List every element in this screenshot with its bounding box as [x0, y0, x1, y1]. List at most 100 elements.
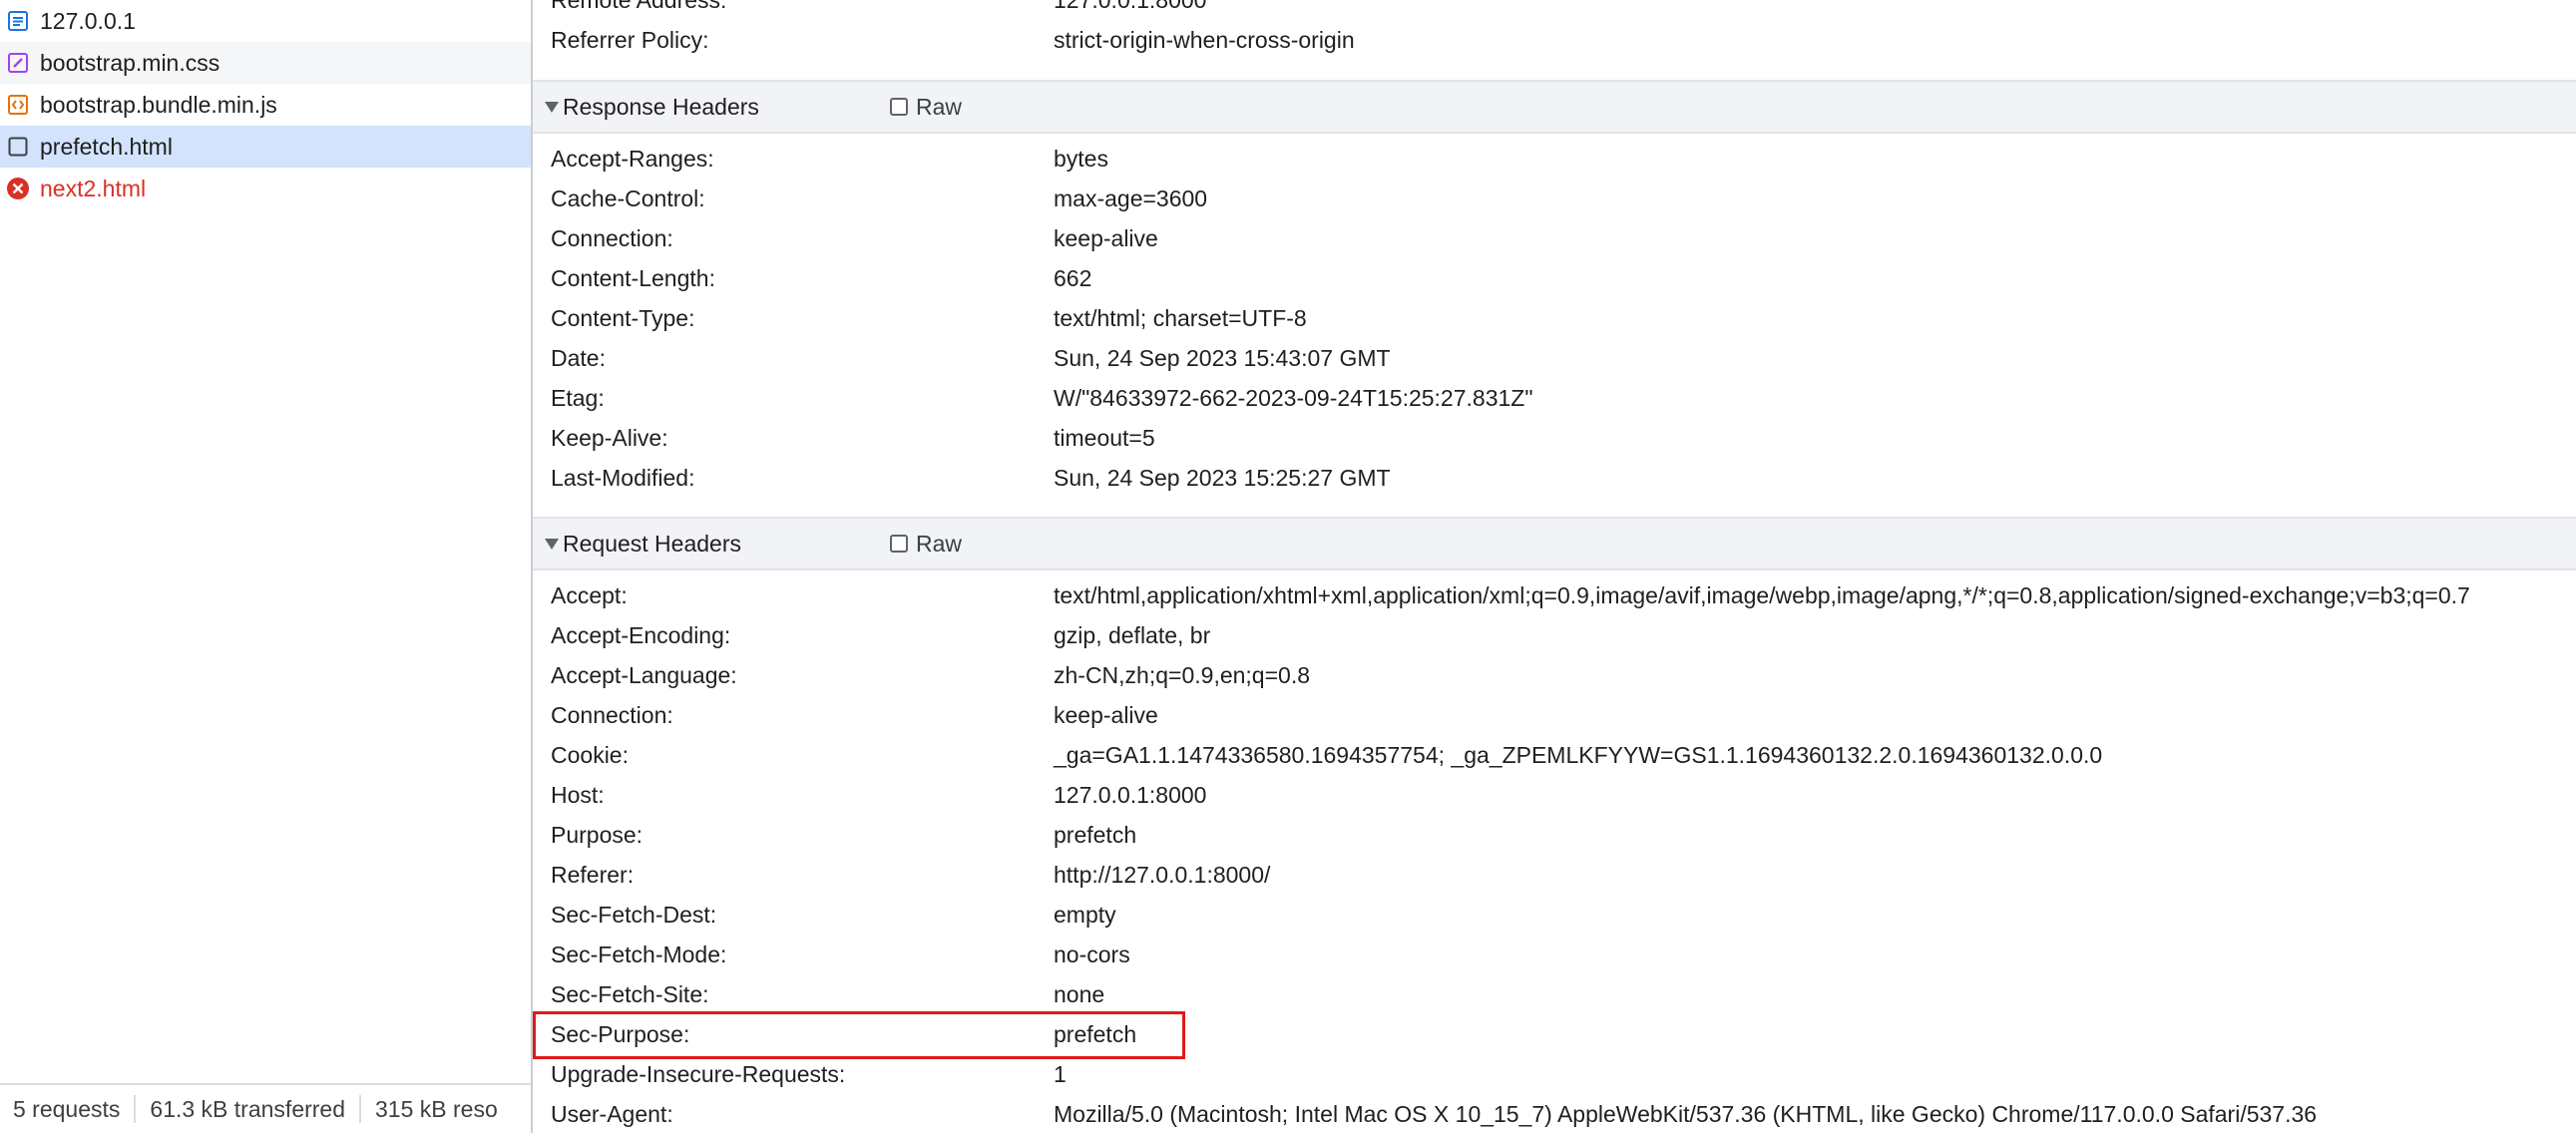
- request-header-row: Connection: keep-alive: [533, 695, 2576, 735]
- response-header-row: Cache-Control: max-age=3600: [533, 179, 2576, 218]
- header-key: Sec-Fetch-Mode:: [551, 941, 727, 967]
- request-list: 127.0.0.1 bootstrap.min.css bootstrap.bu…: [0, 0, 531, 209]
- response-header-row: Last-Modified: Sun, 24 Sep 2023 15:25:27…: [533, 458, 2576, 498]
- header-value: text/html,application/xhtml+xml,applicat…: [1054, 581, 2470, 608]
- section-title: Response Headers: [563, 93, 759, 120]
- response-header-row: Keep-Alive: timeout=5: [533, 418, 2576, 458]
- network-status-bar: 5 requests 61.3 kB transferred 315 kB re…: [0, 1083, 531, 1133]
- response-header-row: Connection: keep-alive: [533, 218, 2576, 258]
- header-key: Etag:: [551, 384, 605, 411]
- request-header-row: Accept: text/html,application/xhtml+xml,…: [533, 575, 2576, 615]
- devtools-network-panel: 127.0.0.1 bootstrap.min.css bootstrap.bu…: [0, 0, 2576, 1133]
- general-row-referrer-policy: Referrer Policy: strict-origin-when-cros…: [533, 20, 2576, 60]
- request-name: next2.html: [40, 175, 147, 201]
- header-key: Content-Type:: [551, 304, 695, 331]
- header-value: 127.0.0.1:8000: [1054, 781, 1207, 808]
- general-row-remote-address: Remote Address: 127.0.0.1:8000: [533, 0, 2576, 20]
- request-header-row: Sec-Fetch-Mode: no-cors: [533, 935, 2576, 974]
- error-icon: [6, 177, 30, 200]
- header-value: zh-CN,zh;q=0.9,en;q=0.8: [1054, 661, 1310, 688]
- header-key: Date:: [551, 344, 606, 371]
- transferred-size: 61.3 kB transferred: [136, 1095, 362, 1123]
- header-key: Accept-Language:: [551, 661, 737, 688]
- raw-checkbox[interactable]: [890, 98, 908, 116]
- request-row-bootstrap-css[interactable]: bootstrap.min.css: [0, 42, 531, 84]
- header-value: keep-alive: [1054, 224, 1158, 251]
- page-icon: [6, 135, 30, 159]
- header-value: none: [1054, 980, 1105, 1007]
- request-row-bootstrap-js[interactable]: bootstrap.bundle.min.js: [0, 84, 531, 126]
- header-value: Sun, 24 Sep 2023 15:43:07 GMT: [1054, 344, 1391, 371]
- request-header-row: Cookie: _ga=GA1.1.1474336580.1694357754;…: [533, 735, 2576, 775]
- raw-label: Raw: [916, 530, 963, 557]
- header-value: no-cors: [1054, 941, 1130, 967]
- request-header-row: Upgrade-Insecure-Requests: 1: [533, 1054, 2576, 1094]
- header-key: Accept-Ranges:: [551, 145, 714, 172]
- response-header-row: Date: Sun, 24 Sep 2023 15:43:07 GMT: [533, 338, 2576, 378]
- request-row-next2-html[interactable]: next2.html: [0, 168, 531, 209]
- raw-label: Raw: [916, 93, 963, 120]
- header-value: 127.0.0.1:8000: [1054, 0, 1206, 14]
- header-key: Referrer Policy:: [551, 26, 709, 53]
- header-value: bytes: [1054, 145, 1108, 172]
- header-value: timeout=5: [1054, 424, 1155, 451]
- header-key: Cache-Control:: [551, 185, 705, 211]
- request-header-row: Referer: http://127.0.0.1:8000/: [533, 855, 2576, 895]
- request-header-row: Host: 127.0.0.1:8000: [533, 775, 2576, 815]
- section-title: Request Headers: [563, 530, 741, 557]
- header-key: Cookie:: [551, 741, 629, 768]
- collapse-triangle-icon[interactable]: [545, 539, 559, 550]
- request-row-127-0-0-1[interactable]: 127.0.0.1: [0, 0, 531, 42]
- request-headers-section-header[interactable]: Request Headers Raw: [533, 517, 2576, 570]
- response-header-row: Etag: W/"84633972-662-2023-09-24T15:25:2…: [533, 378, 2576, 418]
- request-header-row: Sec-Fetch-Dest: empty: [533, 895, 2576, 935]
- header-key: Purpose:: [551, 821, 644, 848]
- header-key: Connection:: [551, 224, 673, 251]
- header-key: Sec-Purpose:: [551, 1020, 690, 1047]
- header-key: Connection:: [551, 701, 673, 728]
- request-header-row: User-Agent: Mozilla/5.0 (Macintosh; Inte…: [533, 1094, 2576, 1133]
- header-value: prefetch: [1054, 821, 1137, 848]
- header-value: Mozilla/5.0 (Macintosh; Intel Mac OS X 1…: [1054, 1100, 2318, 1127]
- header-value: text/html; charset=UTF-8: [1054, 304, 1307, 331]
- request-header-row: Purpose: prefetch: [533, 815, 2576, 855]
- raw-toggle[interactable]: Raw: [890, 94, 962, 121]
- request-name: bootstrap.min.css: [40, 49, 220, 76]
- header-key: Host:: [551, 781, 605, 808]
- response-headers-section-header[interactable]: Response Headers Raw: [533, 80, 2576, 134]
- headers-pane: Remote Address: 127.0.0.1:8000 Referrer …: [533, 0, 2576, 1133]
- request-name: bootstrap.bundle.min.js: [40, 91, 277, 118]
- header-key: Referer:: [551, 861, 635, 888]
- resources-size: 315 kB reso: [375, 1095, 498, 1122]
- header-value: 662: [1054, 264, 1092, 291]
- header-value: strict-origin-when-cross-origin: [1054, 26, 1355, 53]
- header-value: gzip, deflate, br: [1054, 621, 1211, 648]
- stylesheet-icon: [6, 51, 30, 75]
- header-key: User-Agent:: [551, 1100, 673, 1127]
- header-key: Keep-Alive:: [551, 424, 668, 451]
- document-icon: [6, 9, 30, 33]
- header-value: Sun, 24 Sep 2023 15:25:27 GMT: [1054, 464, 1391, 491]
- raw-toggle[interactable]: Raw: [890, 531, 962, 558]
- request-row-prefetch-html[interactable]: prefetch.html: [0, 126, 531, 168]
- request-name: prefetch.html: [40, 133, 173, 160]
- header-key: Upgrade-Insecure-Requests:: [551, 1060, 846, 1087]
- header-key: Content-Length:: [551, 264, 715, 291]
- request-header-row: Sec-Fetch-Site: none: [533, 974, 2576, 1014]
- request-header-row: Accept-Language: zh-CN,zh;q=0.9,en;q=0.8: [533, 655, 2576, 695]
- header-key: Remote Address:: [551, 0, 726, 14]
- response-header-row: Accept-Ranges: bytes: [533, 139, 2576, 179]
- request-list-pane: 127.0.0.1 bootstrap.min.css bootstrap.bu…: [0, 0, 533, 1133]
- requests-count: 5 requests: [0, 1095, 137, 1123]
- header-value: keep-alive: [1054, 701, 1158, 728]
- header-value: http://127.0.0.1:8000/: [1054, 861, 1271, 888]
- request-header-row-sec-purpose: Sec-Purpose: prefetch: [533, 1014, 2576, 1054]
- header-value: max-age=3600: [1054, 185, 1208, 211]
- header-key: Accept:: [551, 581, 628, 608]
- raw-checkbox[interactable]: [890, 535, 908, 553]
- script-icon: [6, 93, 30, 117]
- collapse-triangle-icon[interactable]: [545, 102, 559, 113]
- header-value: prefetch: [1054, 1020, 1137, 1047]
- request-header-row: Accept-Encoding: gzip, deflate, br: [533, 615, 2576, 655]
- header-key: Last-Modified:: [551, 464, 695, 491]
